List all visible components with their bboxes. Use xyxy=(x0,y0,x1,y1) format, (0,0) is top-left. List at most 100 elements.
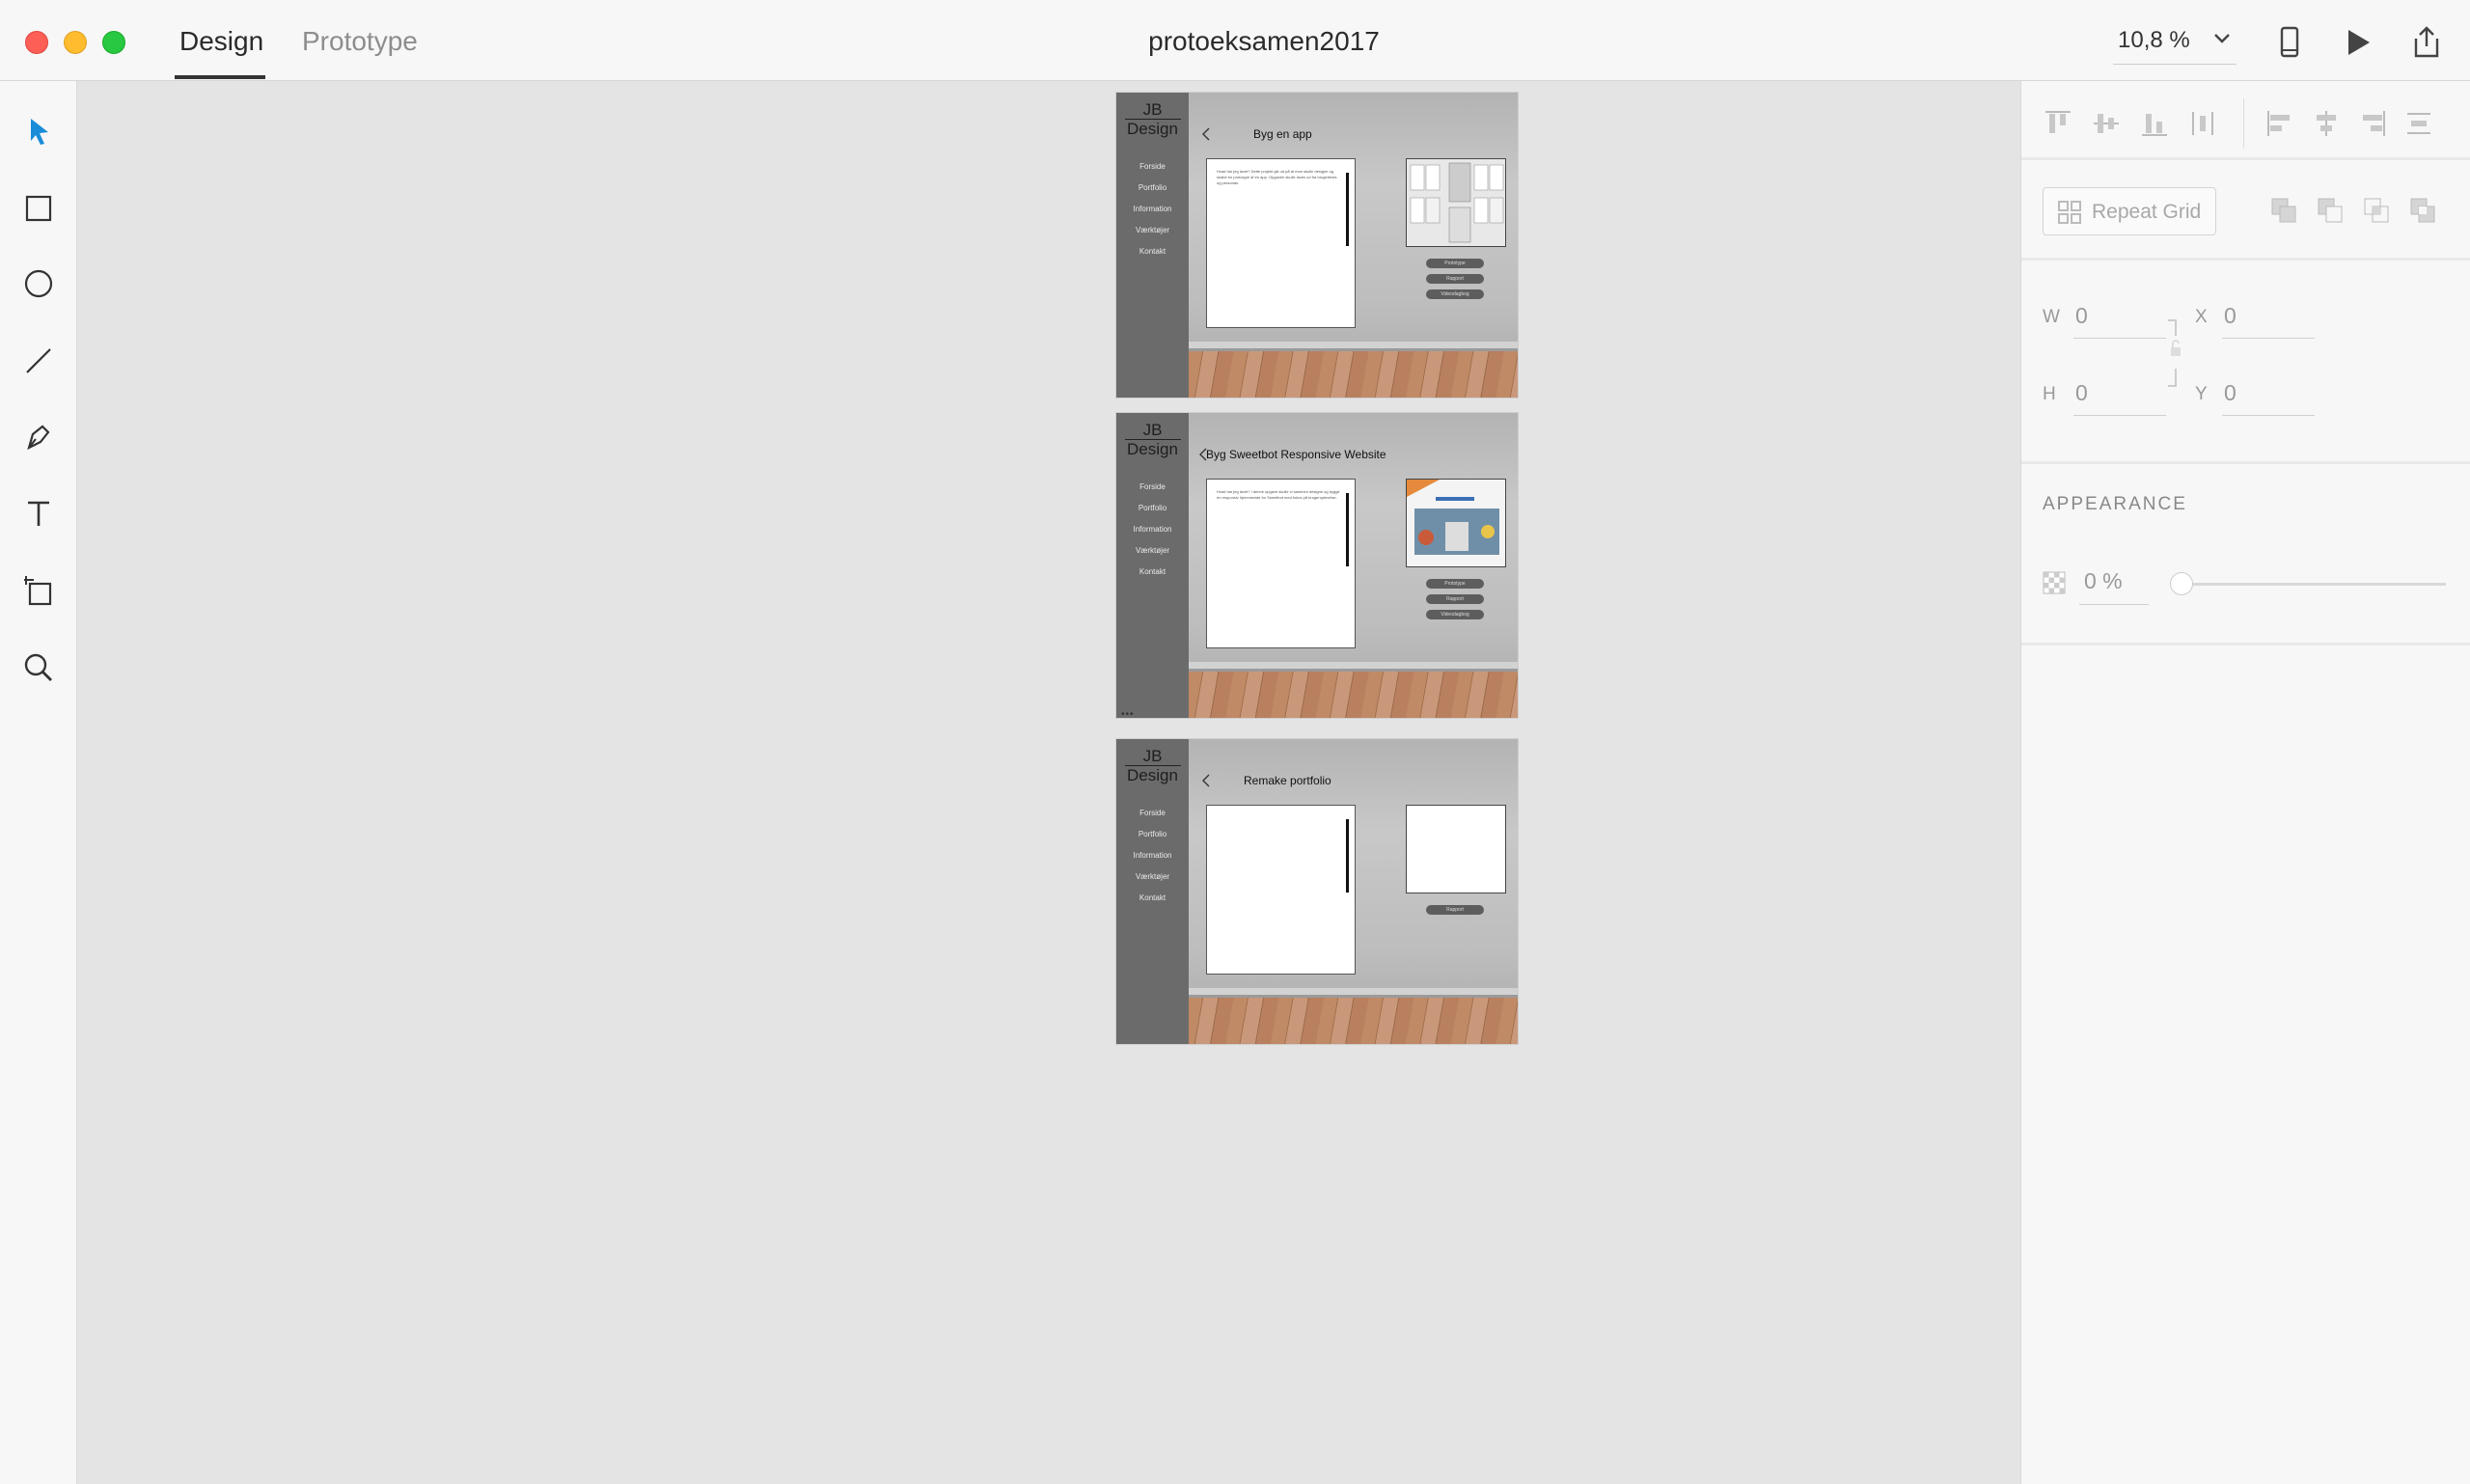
artboard-sweetbot-website[interactable]: JB Design Forside Portfolio Information V… xyxy=(1116,413,1518,718)
distribute-horizontal-icon[interactable] xyxy=(2187,108,2218,139)
artboard-nav-item: Kontakt xyxy=(1139,247,1166,256)
align-bottom-icon[interactable] xyxy=(2139,108,2170,139)
artboard-button: Rapport xyxy=(1426,274,1484,284)
tab-prototype[interactable]: Prototype xyxy=(302,25,418,58)
y-field[interactable]: 0 xyxy=(2224,380,2237,406)
artboard-tool-icon[interactable] xyxy=(21,573,56,608)
y-field-underline xyxy=(2222,415,2315,416)
tool-bar xyxy=(0,81,77,1484)
document-scrollbar xyxy=(1346,493,1349,566)
back-arrow-icon xyxy=(1202,774,1210,787)
artboard-nav-item: Forside xyxy=(1139,482,1166,491)
device-preview-icon[interactable] xyxy=(2272,25,2307,60)
width-label: W xyxy=(2043,307,2060,327)
title-bar: Design Prototype protoeksamen2017 10,8 % xyxy=(0,0,2470,81)
document-text: Hvad har jeg lavet? I denne opgave skull… xyxy=(1217,489,1340,500)
close-window-button[interactable] xyxy=(25,31,48,54)
artboard-nav-item: Værktøjer xyxy=(1135,226,1170,234)
height-field-underline xyxy=(2073,415,2166,416)
zoom-window-button[interactable] xyxy=(102,31,125,54)
ellipse-tool-icon[interactable] xyxy=(21,266,56,301)
artboard-byg-en-app[interactable]: JB Design Forside Portfolio Information V… xyxy=(1116,93,1518,398)
opacity-field[interactable]: 0 % xyxy=(2084,568,2123,594)
document-scrollbar xyxy=(1346,173,1349,246)
artboard-nav-item: Information xyxy=(1133,851,1172,860)
artboard-text-document: Hvad har jeg lavet? I denne opgave skull… xyxy=(1206,479,1356,648)
artboard-button: Prototype xyxy=(1426,579,1484,589)
artboard-text-document: Hvad har jeg lavet? Dette projekt gik ud… xyxy=(1206,158,1356,328)
jb-design-logo: JB Design xyxy=(1116,422,1189,457)
artboard-nav-item: Portfolio xyxy=(1138,183,1167,192)
repeat-grid-button[interactable]: Repeat Grid xyxy=(2043,187,2216,235)
app-screens-image xyxy=(1407,159,1505,246)
artboard-button: Videodagbog xyxy=(1426,610,1484,619)
boolean-intersect-icon[interactable] xyxy=(2361,195,2392,226)
artboard-nav-item: Kontakt xyxy=(1139,893,1166,902)
width-field[interactable]: 0 xyxy=(2075,303,2088,329)
artboard-nav-item: Forside xyxy=(1139,809,1166,817)
align-right-icon[interactable] xyxy=(2357,108,2388,139)
artboard-sidebar: JB Design Forside Portfolio Information V… xyxy=(1116,739,1189,1044)
document-scrollbar xyxy=(1346,819,1349,893)
opacity-slider-track[interactable] xyxy=(2185,583,2446,586)
artboard-nav-item: Information xyxy=(1133,525,1172,534)
artboard-title: Remake portfolio xyxy=(1244,774,1331,787)
divider xyxy=(2243,98,2244,149)
minimize-window-button[interactable] xyxy=(64,31,87,54)
opacity-field-underline xyxy=(2079,604,2149,605)
artboard-sidebar: JB Design Forside Portfolio Information V… xyxy=(1116,93,1189,398)
artboard-nav-item: Forside xyxy=(1139,162,1166,171)
zoom-tool-icon[interactable] xyxy=(21,650,56,685)
select-tool-icon[interactable] xyxy=(21,114,56,149)
share-icon[interactable] xyxy=(2409,25,2444,60)
zoom-underline xyxy=(2113,64,2237,65)
active-tab-indicator xyxy=(175,75,265,79)
artboard-button: Rapport xyxy=(1426,905,1484,915)
jb-design-logo: JB Design xyxy=(1116,101,1189,137)
design-canvas[interactable]: JB Design Forside Portfolio Information V… xyxy=(77,81,2020,1484)
height-label: H xyxy=(2043,384,2056,404)
boolean-add-icon[interactable] xyxy=(2268,195,2299,226)
blank-thumbnail xyxy=(1406,805,1506,893)
artboard-button: Rapport xyxy=(1426,594,1484,604)
divider xyxy=(2021,643,2470,646)
boolean-exclude-icon[interactable] xyxy=(2407,195,2438,226)
pen-tool-icon[interactable] xyxy=(21,419,56,453)
opacity-slider-knob[interactable] xyxy=(2170,572,2193,595)
artboard-button: Videodagbog xyxy=(1426,289,1484,299)
x-field-underline xyxy=(2222,338,2315,339)
artboard-nav-item: Portfolio xyxy=(1138,504,1167,512)
x-field[interactable]: 0 xyxy=(2224,303,2237,329)
tab-design[interactable]: Design xyxy=(179,25,263,58)
boolean-subtract-icon[interactable] xyxy=(2315,195,2346,226)
text-tool-icon[interactable] xyxy=(21,496,56,531)
wood-floor-background xyxy=(1189,348,1518,398)
artboard-remake-portfolio[interactable]: JB Design Forside Portfolio Information V… xyxy=(1116,739,1518,1044)
artboard-title: Byg Sweetbot Responsive Website xyxy=(1206,448,1386,461)
distribute-vertical-icon[interactable] xyxy=(2403,108,2434,139)
align-middle-icon[interactable] xyxy=(2091,108,2122,139)
wood-floor-background xyxy=(1189,995,1518,1044)
repeat-grid-label: Repeat Grid xyxy=(2092,201,2202,223)
more-dots-icon: ••• xyxy=(1121,709,1135,718)
rectangle-tool-icon[interactable] xyxy=(21,191,56,226)
height-field[interactable]: 0 xyxy=(2075,380,2088,406)
align-top-icon[interactable] xyxy=(2043,108,2073,139)
align-left-icon[interactable] xyxy=(2264,108,2295,139)
play-icon[interactable] xyxy=(2340,25,2374,60)
jb-design-logo: JB Design xyxy=(1116,748,1189,783)
zoom-level[interactable]: 10,8 % xyxy=(2118,27,2190,54)
lock-aspect-icon[interactable] xyxy=(2166,318,2185,396)
website-image xyxy=(1407,480,1505,566)
divider xyxy=(2021,157,2470,160)
divider xyxy=(2021,258,2470,261)
opacity-checker-icon xyxy=(2043,571,2066,594)
width-field-underline xyxy=(2073,338,2166,339)
align-center-icon[interactable] xyxy=(2311,108,2342,139)
wood-floor-background xyxy=(1189,669,1518,718)
line-tool-icon[interactable] xyxy=(21,344,56,378)
artboard-nav-item: Kontakt xyxy=(1139,567,1166,576)
artboard-text-document xyxy=(1206,805,1356,975)
chevron-down-icon[interactable] xyxy=(2212,29,2232,48)
artboard-nav-item: Værktøjer xyxy=(1135,872,1170,881)
